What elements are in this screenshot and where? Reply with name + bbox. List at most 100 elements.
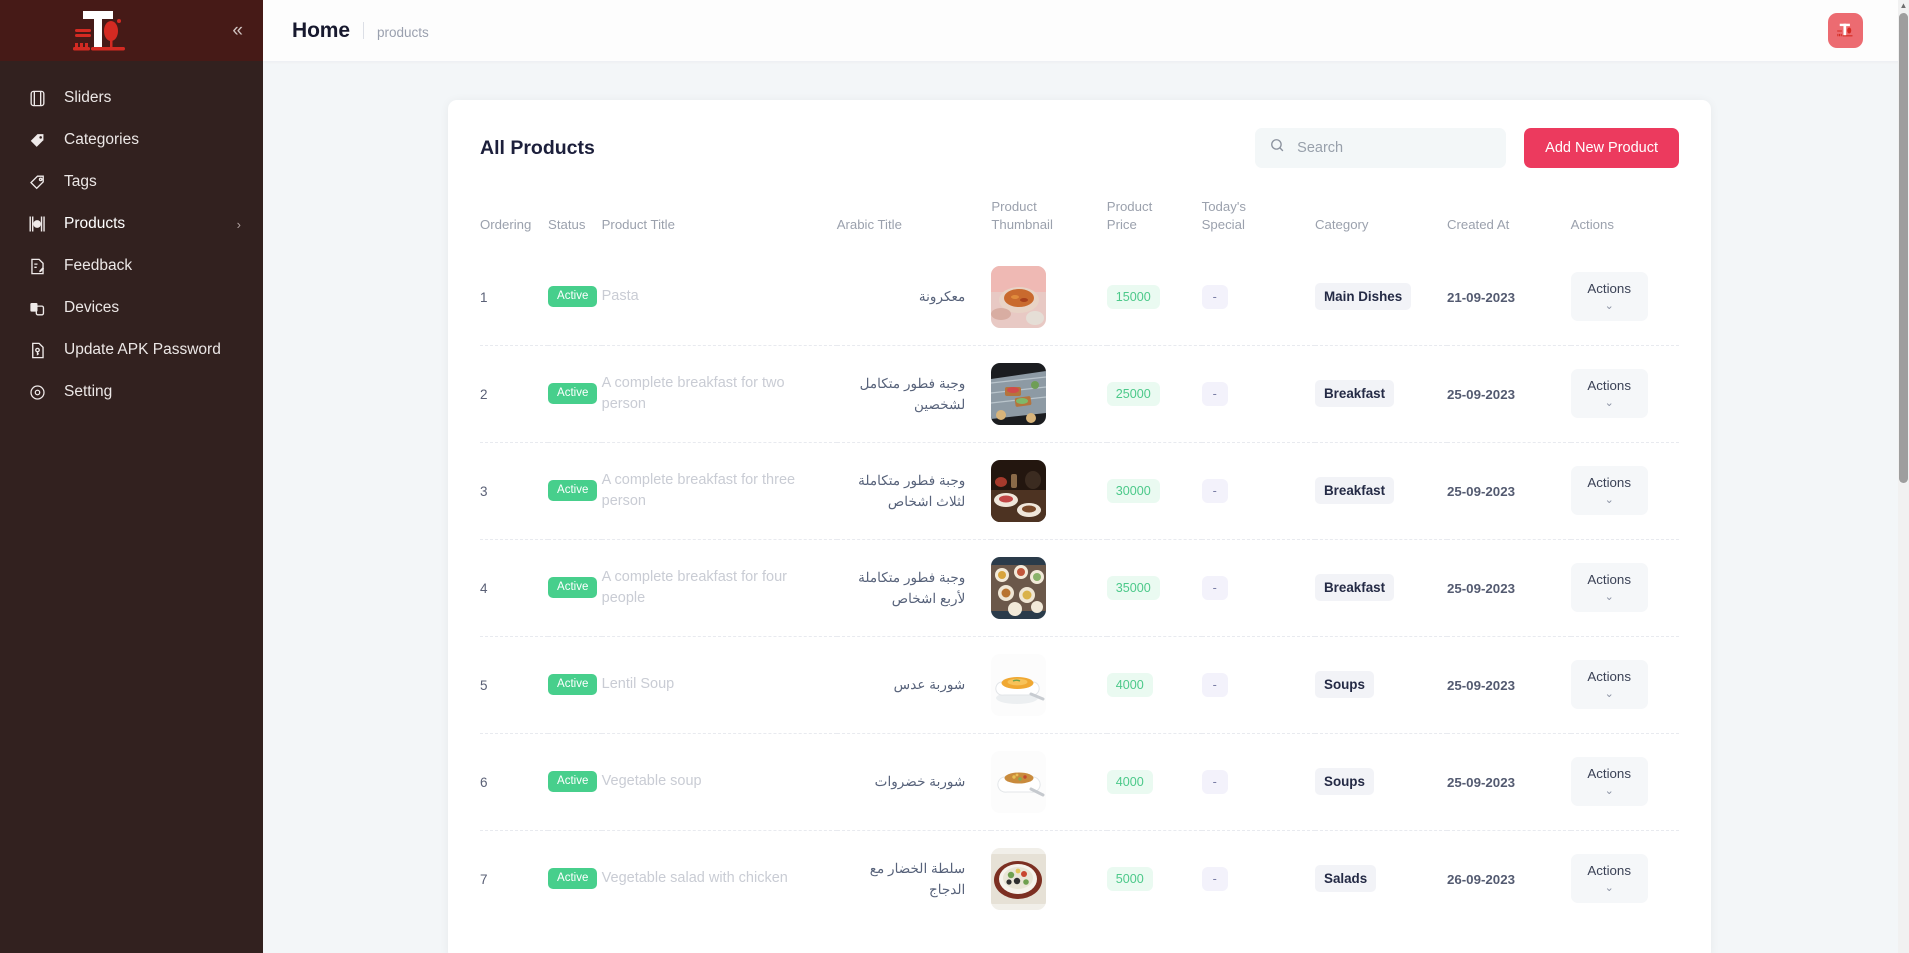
- cell-status: Active: [548, 829, 602, 927]
- cell-actions: Actions ⌄: [1570, 344, 1679, 443]
- scroll-up-arrow-icon[interactable]: ▲: [1899, 1, 1908, 10]
- add-new-product-button[interactable]: Add New Product: [1524, 128, 1679, 168]
- tags-icon: [26, 171, 48, 193]
- avatar[interactable]: [1828, 13, 1863, 48]
- col-created-at: Created At: [1446, 216, 1510, 232]
- sidebar-item-devices[interactable]: Devices: [0, 287, 263, 329]
- cell-category: Breakfast: [1315, 538, 1447, 637]
- table-row: 6 Active Vegetable soup شوربة خضروات 4000 - So…: [480, 732, 1679, 831]
- actions-dropdown-button[interactable]: Actions ⌄: [1570, 757, 1648, 806]
- status-badge: Active: [548, 674, 598, 695]
- cell-category: Main Dishes: [1315, 249, 1447, 346]
- card-header-actions: Add New Product: [1255, 128, 1679, 168]
- col-price-line1: Product: [1106, 199, 1153, 214]
- cell-product-price: 25000: [1106, 344, 1202, 443]
- todays-special-badge: -: [1201, 478, 1228, 503]
- actions-dropdown-button[interactable]: Actions ⌄: [1570, 272, 1648, 321]
- status-badge: Active: [548, 771, 598, 792]
- search-input[interactable]: [1297, 140, 1493, 156]
- actions-dropdown-button[interactable]: Actions ⌄: [1570, 369, 1648, 418]
- arabic-title-value: وجبة فطور متكاملة لثلاث اشخاص: [858, 472, 966, 509]
- table-row: 7 Active Vegetable salad with chicken سلطة …: [480, 829, 1679, 927]
- category-badge: Main Dishes: [1315, 283, 1412, 311]
- cell-status: Active: [548, 344, 602, 443]
- cell-actions: Actions ⌄: [1570, 829, 1679, 927]
- cell-arabic-title: وجبة فطور متكامل لشخصين: [836, 344, 992, 443]
- sidebar-item-label: Feedback: [64, 257, 133, 274]
- created-at-value: 25-09-2023: [1446, 580, 1515, 596]
- cell-product-price: 5000: [1106, 829, 1202, 927]
- cell-ordering: 2: [480, 344, 549, 443]
- actions-dropdown-button[interactable]: Actions ⌄: [1570, 466, 1648, 515]
- app-logo[interactable]: [0, 0, 200, 61]
- sidebar-collapse-icon[interactable]: «: [232, 21, 242, 40]
- cell-created-at: 25-09-2023: [1446, 538, 1571, 637]
- cell-created-at: 25-09-2023: [1446, 732, 1571, 831]
- page-scrollbar[interactable]: ▲: [1898, 0, 1909, 953]
- actions-label: Actions: [1587, 475, 1631, 491]
- category-badge: Breakfast: [1315, 477, 1395, 505]
- products-card: All Products Add New Product: [448, 100, 1711, 953]
- cell-todays-special: -: [1201, 538, 1316, 637]
- cell-todays-special: -: [1201, 344, 1316, 443]
- created-at-value: 21-09-2023: [1446, 289, 1515, 305]
- sidebar-item-setting[interactable]: Setting: [0, 371, 263, 413]
- cell-arabic-title: معكرونة: [837, 249, 992, 346]
- cell-product-title: Vegetable soup: [601, 732, 837, 831]
- ordering-value: 1: [480, 289, 488, 305]
- chevron-right-icon[interactable]: ›: [237, 217, 241, 232]
- ordering-value: 7: [480, 871, 488, 887]
- cell-arabic-title: وجبة فطور متكاملة لأربع اشخاص: [836, 538, 992, 637]
- sidebar-nav: Sliders Categories Tags Products › Feedb…: [0, 61, 263, 413]
- arabic-title-value: وجبة فطور متكامل لشخصين: [859, 375, 966, 412]
- scrollbar-thumb[interactable]: [1899, 13, 1908, 483]
- sidebar-item-products[interactable]: Products ›: [0, 203, 263, 245]
- actions-dropdown-button[interactable]: Actions ⌄: [1570, 563, 1648, 612]
- ordering-value: 5: [480, 677, 488, 693]
- sidebar-item-label: Update APK Password: [64, 341, 221, 358]
- restaurant-logo-icon: [73, 10, 125, 50]
- product-title-value: Vegetable salad with chicken: [601, 870, 788, 887]
- sidebar-item-categories[interactable]: Categories: [0, 119, 263, 161]
- col-product-title: Product Title: [601, 216, 675, 232]
- pasta-bowl-thumbnail: [991, 265, 1047, 328]
- cell-created-at: 26-09-2023: [1446, 829, 1571, 927]
- cell-product-thumbnail: [991, 249, 1106, 346]
- ordering-value: 2: [480, 386, 488, 402]
- vegetable-soup-thumbnail: [991, 750, 1047, 813]
- lentil-soup-thumbnail: [991, 653, 1047, 716]
- topbar: Home products: [263, 0, 1909, 61]
- category-badge: Soups: [1315, 671, 1374, 699]
- cell-status: Active: [548, 249, 602, 346]
- todays-special-badge: -: [1201, 866, 1228, 891]
- status-badge: Active: [548, 577, 598, 598]
- sidebar-item-tags[interactable]: Tags: [0, 161, 263, 203]
- sidebar-item-update-apk-password[interactable]: Update APK Password: [0, 329, 263, 371]
- breadcrumb: Home products: [292, 19, 429, 43]
- cell-category: Salads: [1315, 829, 1447, 927]
- cell-product-thumbnail: [991, 732, 1107, 831]
- cell-product-title: Pasta: [602, 249, 837, 346]
- card-header: All Products Add New Product: [480, 128, 1679, 168]
- todays-special-badge: -: [1201, 381, 1228, 406]
- cell-product-thumbnail: [991, 441, 1107, 540]
- cell-created-at: 25-09-2023: [1446, 344, 1571, 443]
- sidebar-item-sliders[interactable]: Sliders: [0, 77, 263, 119]
- cell-ordering: 1: [480, 249, 548, 346]
- cell-actions: Actions ⌄: [1570, 249, 1679, 346]
- sidebar-item-feedback[interactable]: Feedback: [0, 245, 263, 287]
- table-row: 1 Active Pasta معكرونة 15000 - Main Dishes 21-0…: [480, 249, 1679, 346]
- breakfast-toast-thumbnail: [991, 362, 1047, 425]
- created-at-value: 25-09-2023: [1446, 483, 1515, 499]
- actions-dropdown-button[interactable]: Actions ⌄: [1570, 660, 1648, 709]
- product-title-value: A complete breakfast for three person: [601, 472, 796, 509]
- cell-actions: Actions ⌄: [1570, 538, 1679, 637]
- actions-dropdown-button[interactable]: Actions ⌄: [1570, 854, 1648, 903]
- col-special-line1: Today's: [1201, 199, 1246, 214]
- price-badge: 4000: [1106, 769, 1153, 794]
- col-ordering: Ordering: [480, 216, 532, 232]
- cell-product-price: 4000: [1106, 635, 1202, 734]
- cell-product-price: 4000: [1106, 732, 1202, 831]
- todays-special-badge: -: [1201, 672, 1228, 697]
- search-box[interactable]: [1255, 128, 1507, 168]
